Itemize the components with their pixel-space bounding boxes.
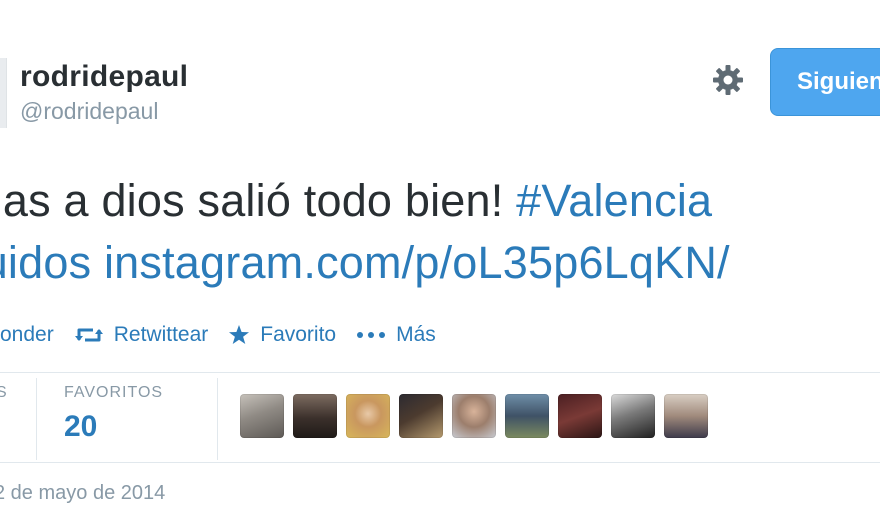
favorite-action[interactable]: Favorito [228, 323, 336, 347]
tweet-line-2: tuidos instagram.com/p/oL35p6LqKN/ [0, 232, 730, 294]
gear-icon [713, 65, 743, 95]
favorite-label: Favorito [260, 323, 337, 346]
star-icon [229, 325, 250, 344]
gear-button[interactable] [708, 60, 748, 100]
more-action[interactable]: Más [356, 323, 436, 347]
tweet-text: cias a dios salió todo bien! #Valencia t… [0, 170, 730, 294]
favoriter-avatar[interactable] [346, 394, 390, 438]
favoriter-avatar[interactable] [293, 394, 337, 438]
follow-button-label: Siguien [797, 68, 880, 95]
reply-label: onder [0, 323, 54, 346]
stats-divider-bottom [0, 462, 880, 463]
favoriter-avatar[interactable] [505, 394, 549, 438]
favoriter-avatar[interactable] [452, 394, 496, 438]
retweet-action[interactable]: Retwittear [74, 323, 209, 347]
more-dots-icon [357, 332, 386, 338]
favoriter-avatar[interactable] [240, 394, 284, 438]
favoriter-avatar[interactable] [664, 394, 708, 438]
tweet-actions: onder Retwittear Favorito Más [0, 318, 456, 352]
more-label: Más [396, 323, 436, 346]
tweet-line-1: cias a dios salió todo bien! #Valencia [0, 170, 730, 232]
follow-button[interactable]: Siguien [770, 48, 880, 116]
avatar[interactable] [0, 58, 7, 128]
stats-divider-top [0, 372, 880, 373]
reply-action[interactable]: onder [0, 323, 54, 347]
instagram-link[interactable]: instagram.com/p/oL35p6LqKN/ [104, 237, 730, 288]
retweets-stat-label[interactable]: S [0, 384, 8, 402]
tweet-date[interactable]: 2 de mayo de 2014 [0, 482, 165, 505]
favoriter-avatar[interactable] [558, 394, 602, 438]
retweet-icon [74, 328, 103, 342]
favorites-count[interactable]: 20 [64, 410, 97, 444]
favorites-label[interactable]: FAVORITOS [64, 384, 163, 402]
display-name[interactable]: rodridepaul [20, 60, 188, 94]
stat-separator [36, 378, 37, 460]
user-handle[interactable]: @rodridepaul [20, 98, 158, 125]
retweet-label: Retwittear [113, 323, 209, 346]
stat-separator [217, 378, 218, 460]
tweet-line-2-prefix[interactable]: tuidos [0, 237, 104, 288]
tweet-line-1-text: cias a dios salió todo bien! [0, 175, 517, 226]
favoriter-avatar[interactable] [399, 394, 443, 438]
favoriters-avatars [240, 394, 717, 438]
hashtag-link[interactable]: #Valencia [516, 175, 712, 226]
favoriter-avatar[interactable] [611, 394, 655, 438]
